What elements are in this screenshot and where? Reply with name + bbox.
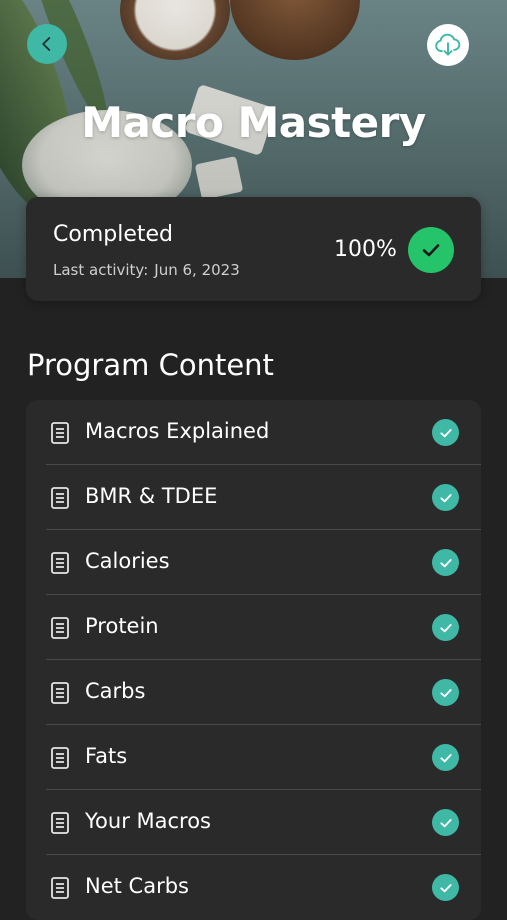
lesson-label: Your Macros bbox=[85, 809, 211, 833]
lesson-row-net-carbs[interactable]: Net Carbs bbox=[46, 855, 481, 920]
status-label: Completed bbox=[53, 222, 173, 247]
lesson-row-your-macros[interactable]: Your Macros bbox=[46, 790, 481, 855]
book-icon bbox=[51, 487, 69, 509]
check-circle-icon bbox=[432, 809, 459, 836]
page-title: Macro Mastery bbox=[81, 98, 426, 147]
check-circle-icon bbox=[432, 679, 459, 706]
lesson-row-carbs[interactable]: Carbs bbox=[46, 660, 481, 725]
check-circle-icon bbox=[432, 614, 459, 641]
lesson-label: Macros Explained bbox=[85, 419, 270, 443]
book-icon bbox=[51, 812, 69, 834]
lesson-label: Net Carbs bbox=[85, 874, 189, 898]
book-icon bbox=[51, 747, 69, 769]
section-title: Program Content bbox=[27, 348, 274, 382]
cloud-download-icon bbox=[435, 33, 461, 56]
download-button[interactable] bbox=[427, 24, 469, 66]
lesson-row-protein[interactable]: Protein bbox=[46, 595, 481, 660]
lesson-label: Carbs bbox=[85, 679, 146, 703]
check-circle-icon bbox=[432, 744, 459, 771]
last-activity: Last activity: Jun 6, 2023 bbox=[53, 261, 240, 279]
check-circle-icon bbox=[432, 419, 459, 446]
status-card: Completed Last activity: Jun 6, 2023 100% bbox=[26, 197, 481, 301]
lesson-row-fats[interactable]: Fats bbox=[46, 725, 481, 790]
lesson-row-macros-explained[interactable]: Macros Explained bbox=[46, 400, 481, 465]
book-icon bbox=[51, 682, 69, 704]
check-circle-icon bbox=[432, 874, 459, 901]
book-icon bbox=[51, 877, 69, 899]
book-icon bbox=[51, 422, 69, 444]
check-circle-icon bbox=[432, 484, 459, 511]
book-icon bbox=[51, 552, 69, 574]
lesson-label: Calories bbox=[85, 549, 170, 573]
last-activity-date: Jun 6, 2023 bbox=[154, 261, 240, 279]
chevron-left-icon bbox=[42, 37, 51, 51]
check-circle-icon bbox=[432, 549, 459, 576]
lesson-label: Fats bbox=[85, 744, 128, 768]
lesson-row-calories[interactable]: Calories bbox=[46, 530, 481, 595]
progress-percent: 100% bbox=[334, 237, 397, 262]
completed-check-icon bbox=[408, 227, 454, 273]
lesson-row-bmr-tdee[interactable]: BMR & TDEE bbox=[46, 465, 481, 530]
lesson-label: BMR & TDEE bbox=[85, 484, 218, 508]
last-activity-label: Last activity: bbox=[53, 261, 149, 279]
program-content-list: Macros Explained BMR & TDEE Calories Pro… bbox=[26, 400, 481, 920]
book-icon bbox=[51, 617, 69, 639]
lesson-label: Protein bbox=[85, 614, 159, 638]
back-button[interactable] bbox=[27, 24, 67, 64]
